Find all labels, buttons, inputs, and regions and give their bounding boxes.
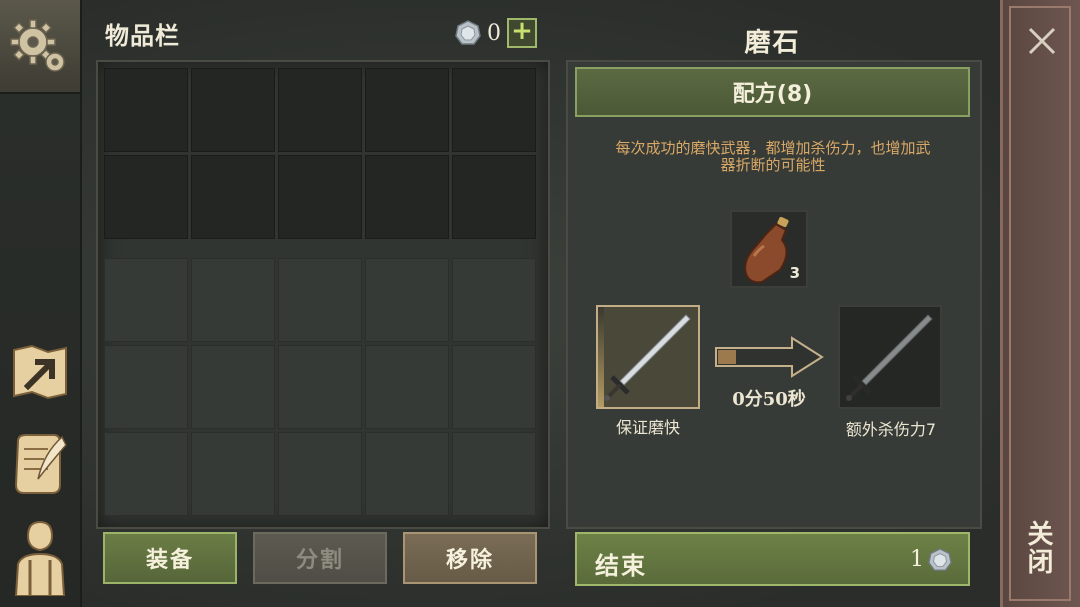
locked-slot: [452, 258, 536, 342]
inventory-grid-active: [104, 68, 536, 239]
output-weapon-slot[interactable]: [838, 305, 942, 409]
material-slot[interactable]: 3: [730, 210, 808, 288]
locked-slot: [452, 345, 536, 429]
coin-counter: 0 +: [455, 18, 537, 48]
gear-icon: [10, 19, 65, 72]
inventory-slot[interactable]: [365, 155, 449, 239]
inventory-slot[interactable]: [104, 68, 188, 152]
input-label: 保证磨快: [615, 418, 680, 437]
left-sidebar: [0, 0, 82, 607]
scroll-quest-button[interactable]: [6, 428, 74, 500]
craft-title: 磨石: [744, 28, 801, 58]
settings-tab[interactable]: [0, 0, 80, 94]
recipe-button[interactable]: 配方(8): [575, 67, 970, 117]
inventory-slot[interactable]: [104, 155, 188, 239]
locked-slot: [104, 345, 188, 429]
add-coins-button[interactable]: +: [507, 18, 537, 48]
inventory-slot[interactable]: [191, 155, 275, 239]
close-button-label[interactable]: 关闭: [1023, 520, 1057, 576]
finish-label: 结束: [595, 552, 647, 580]
close-icon[interactable]: [1027, 26, 1057, 56]
finish-cost: 1: [910, 547, 924, 572]
close-panel-border: [1009, 6, 1071, 601]
description-line: 器折断的可能性: [720, 156, 826, 174]
split-button[interactable]: 分割: [253, 532, 387, 584]
silver-coin-icon: [928, 548, 952, 571]
coin-value: 0: [487, 20, 501, 46]
craft-timer: 0分50秒: [732, 389, 806, 410]
locked-slot: [191, 258, 275, 342]
input-weapon-slot[interactable]: [596, 305, 700, 409]
material-count: 3: [789, 264, 800, 282]
scroll-quill-icon: [14, 434, 67, 494]
inventory-slot[interactable]: [365, 68, 449, 152]
craft-description: 每次成功的磨快武器，都增加杀伤力，也增加武 器折断的可能性: [592, 140, 954, 174]
close-panel[interactable]: 关闭: [1000, 0, 1080, 607]
locked-slot: [278, 432, 362, 516]
inventory-slot[interactable]: [452, 68, 536, 152]
locked-slot: [278, 345, 362, 429]
locked-slot: [191, 345, 275, 429]
inventory-title: 物品栏: [105, 22, 180, 50]
description-line: 每次成功的磨快武器，都增加杀伤力，也增加武: [615, 139, 931, 157]
character-button[interactable]: [6, 520, 74, 596]
sword-icon: [604, 314, 691, 401]
character-icon: [14, 520, 66, 596]
craft-panel: [566, 60, 982, 529]
sword-icon: [846, 314, 933, 401]
remove-button[interactable]: 移除: [403, 532, 537, 584]
map-button[interactable]: [6, 336, 74, 408]
inventory-slot[interactable]: [191, 68, 275, 152]
locked-slot: [191, 432, 275, 516]
locked-slot: [365, 432, 449, 516]
inventory-slot[interactable]: [452, 155, 536, 239]
locked-slot: [104, 258, 188, 342]
game-screen: 物品栏 0 + 装备 分割 移除 磨石 配方(8) 每次成功的磨快武器，都增加杀…: [0, 0, 1080, 607]
locked-slot: [104, 432, 188, 516]
inventory-grid-locked: [104, 258, 536, 516]
equip-button[interactable]: 装备: [103, 532, 237, 584]
locked-slot: [365, 258, 449, 342]
inventory-slot[interactable]: [278, 68, 362, 152]
arrow-right-icon: [715, 336, 824, 378]
output-label: 额外杀伤力7: [845, 420, 937, 439]
silver-coin-icon: [455, 20, 481, 45]
locked-slot: [278, 258, 362, 342]
locked-slot: [365, 345, 449, 429]
finish-button[interactable]: 结束 1: [575, 532, 970, 586]
inventory-slot[interactable]: [278, 155, 362, 239]
map-arrow-icon: [13, 344, 67, 400]
progress-fill: [598, 307, 604, 407]
locked-slot: [452, 432, 536, 516]
